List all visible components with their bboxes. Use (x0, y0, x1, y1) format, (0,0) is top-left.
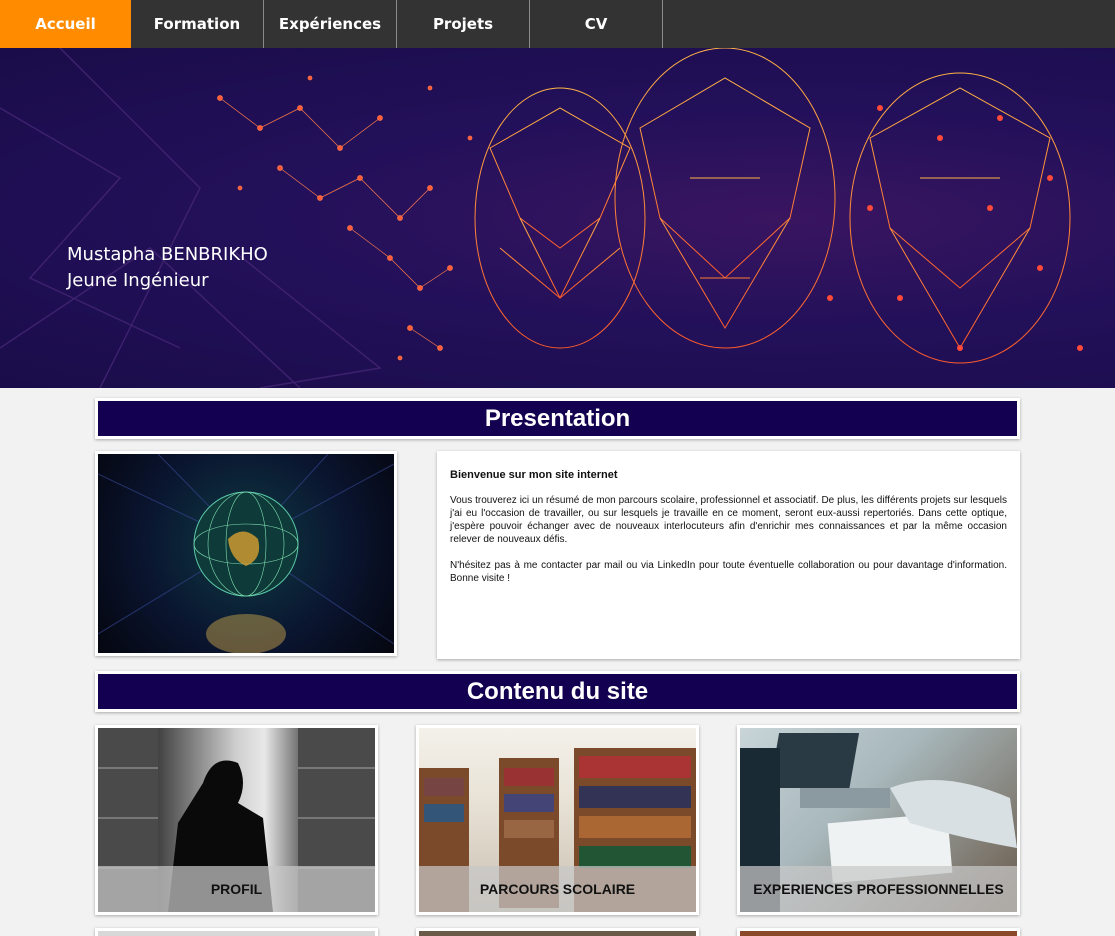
presentation-text-box: Bienvenue sur mon site internet Vous tro… (437, 451, 1020, 659)
presentation-paragraph-2: N'hésitez pas à me contacter par mail ou… (450, 560, 1007, 584)
library-image: PARCOURS SCOLAIRE (419, 728, 696, 912)
nav-item-experiences[interactable]: Expériences (264, 0, 397, 48)
laptop-work-image: EXPERIENCES PROFESSIONNELLES (740, 728, 1017, 912)
nav-item-accueil[interactable]: Accueil (0, 0, 131, 48)
globe-network-image (98, 454, 394, 653)
nav-item-cv[interactable]: CV (530, 0, 663, 48)
welcome-heading: Bienvenue sur mon site internet (450, 469, 618, 481)
top-navigation: Accueil Formation Expériences Projets CV (0, 0, 1115, 48)
presentation-section-header: Presentation (95, 398, 1020, 439)
card-bottom-3[interactable] (737, 928, 1020, 936)
card-bottom-2[interactable] (416, 928, 699, 936)
card-parcours-scolaire[interactable]: PARCOURS SCOLAIRE (416, 725, 699, 915)
card-profil-label: PROFIL (98, 866, 375, 912)
profil-image: PROFIL (98, 728, 375, 912)
content-title: Contenu du site (98, 674, 1017, 709)
hero-network-faces-image (0, 48, 1083, 388)
hero-subtitle: Jeune Ingénieur (67, 270, 209, 291)
hero-banner: Mustapha BENBRIKHO Jeune Ingénieur (0, 48, 1115, 388)
card-experiences-professionnelles[interactable]: EXPERIENCES PROFESSIONNELLES (737, 725, 1020, 915)
presentation-title: Presentation (98, 401, 1017, 436)
presentation-image-frame (95, 451, 397, 656)
hero-text: Mustapha BENBRIKHO Jeune Ingénieur (67, 242, 268, 294)
card-bottom-1-image (98, 931, 375, 936)
presentation-paragraph-1: Vous trouverez ici un résumé de mon parc… (450, 495, 1007, 545)
card-parcours-label: PARCOURS SCOLAIRE (419, 866, 696, 912)
card-profil[interactable]: PROFIL (95, 725, 378, 915)
nav-item-projets[interactable]: Projets (397, 0, 530, 48)
hero-name: Mustapha BENBRIKHO (67, 244, 268, 265)
content-section-header: Contenu du site (95, 671, 1020, 712)
nav-item-formation[interactable]: Formation (131, 0, 264, 48)
card-bottom-2-image (419, 931, 696, 936)
card-experiences-label: EXPERIENCES PROFESSIONNELLES (740, 866, 1017, 912)
card-bottom-1[interactable] (95, 928, 378, 936)
card-bottom-3-image (740, 931, 1017, 936)
